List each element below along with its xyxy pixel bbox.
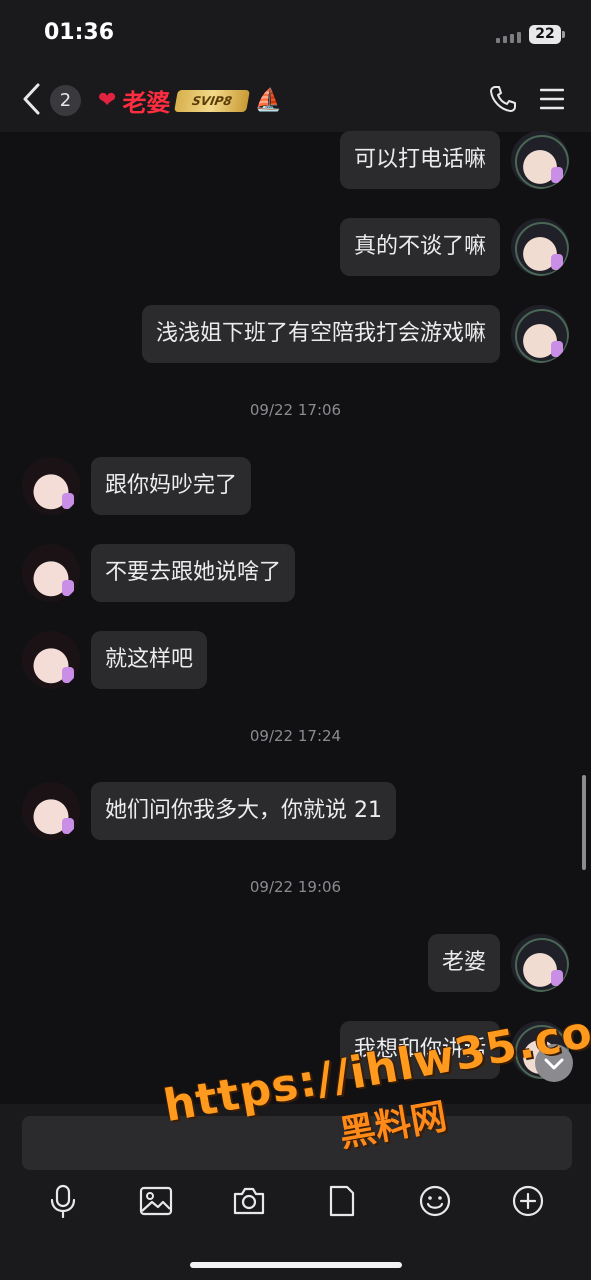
message-incoming: 就这样吧 — [0, 631, 591, 689]
menu-icon[interactable] — [540, 87, 564, 111]
message-bubble[interactable]: 就这样吧 — [91, 631, 208, 689]
contact-name: 老婆 — [122, 89, 171, 117]
home-indicator[interactable] — [190, 1262, 402, 1268]
my-avatar[interactable] — [511, 218, 569, 276]
chevron-down-icon — [544, 1058, 564, 1070]
message-bubble[interactable]: 真的不谈了嘛 — [339, 218, 500, 276]
message-bubble[interactable]: 老婆 — [427, 934, 500, 992]
message-bubble[interactable]: 可以打电话嘛 — [339, 131, 500, 189]
unread-count-badge[interactable]: 2 — [50, 85, 81, 116]
battery-icon: 22 — [529, 25, 565, 44]
contact-avatar[interactable] — [22, 457, 80, 515]
scroll-to-bottom-button[interactable] — [535, 1044, 573, 1082]
input-bar — [0, 1104, 591, 1280]
contact-title[interactable]: ❤ 老婆 SVIP8 ⛵ — [98, 83, 282, 118]
message-input[interactable] — [22, 1116, 572, 1170]
boat-icon: ⛵ — [254, 88, 282, 113]
message-outgoing: 真的不谈了嘛 — [0, 218, 591, 276]
message-outgoing: 我想和你讲话 — [0, 1021, 591, 1079]
message-bubble[interactable]: 浅浅姐下班了有空陪我打会游戏嘛 — [141, 305, 500, 363]
camera-icon[interactable] — [232, 1184, 266, 1218]
image-icon[interactable] — [139, 1184, 173, 1218]
heart-icon: ❤ — [98, 88, 117, 113]
scrollbar[interactable] — [582, 775, 586, 870]
message-bubble[interactable]: 我想和你讲话 — [339, 1021, 500, 1079]
message-bubble[interactable]: 跟你妈吵完了 — [91, 457, 252, 515]
message-incoming: 她们问你我多大，你就说 21 — [0, 782, 591, 840]
timestamp: 09/22 17:24 — [249, 727, 342, 745]
chat-header: 2 ❤ 老婆 SVIP8 ⛵ — [0, 70, 591, 132]
timestamp: 09/22 19:06 — [249, 878, 342, 896]
message-outgoing: 浅浅姐下班了有空陪我打会游戏嘛 — [0, 305, 591, 363]
my-avatar[interactable] — [511, 131, 569, 189]
message-incoming: 跟你妈吵完了 — [0, 457, 591, 515]
signal-icon — [496, 32, 521, 43]
file-icon[interactable] — [325, 1184, 359, 1218]
my-avatar[interactable] — [511, 934, 569, 992]
svip-badge: SVIP8 — [174, 89, 251, 112]
contact-avatar[interactable] — [22, 544, 80, 602]
my-avatar[interactable] — [511, 305, 569, 363]
message-outgoing: 老婆 — [0, 934, 591, 992]
status-bar: 01:36 22 — [0, 0, 591, 70]
plus-icon[interactable] — [511, 1184, 545, 1218]
phone-call-icon[interactable] — [488, 84, 518, 114]
status-time: 01:36 — [44, 20, 115, 45]
message-bubble[interactable]: 不要去跟她说啥了 — [91, 544, 296, 602]
contact-avatar[interactable] — [22, 782, 80, 840]
back-arrow-icon[interactable] — [20, 82, 44, 116]
message-bubble[interactable]: 她们问你我多大，你就说 21 — [91, 782, 396, 840]
message-outgoing: 可以打电话嘛 — [0, 131, 591, 189]
emoji-icon[interactable] — [418, 1184, 452, 1218]
message-incoming: 不要去跟她说啥了 — [0, 544, 591, 602]
mic-icon[interactable] — [46, 1184, 80, 1218]
timestamp: 09/22 17:06 — [249, 401, 342, 419]
contact-avatar[interactable] — [22, 631, 80, 689]
